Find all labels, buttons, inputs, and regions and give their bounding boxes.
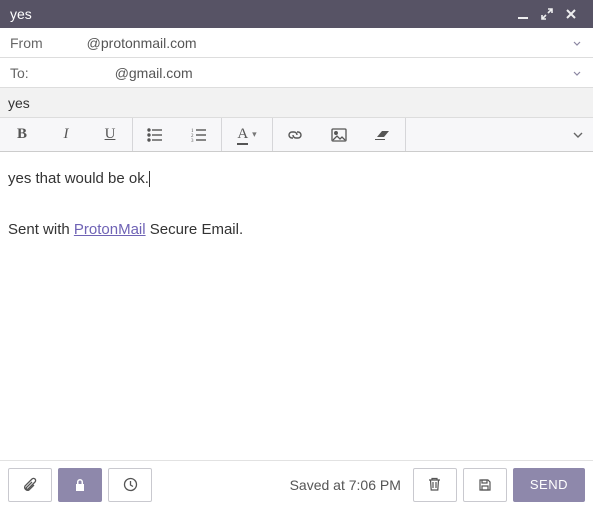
chevron-down-icon bbox=[573, 70, 581, 78]
clear-format-button[interactable] bbox=[361, 118, 405, 151]
italic-icon: I bbox=[64, 126, 69, 143]
from-dropdown[interactable] bbox=[571, 35, 583, 51]
signature-line: Sent with ProtonMail Secure Email. bbox=[8, 219, 585, 242]
encryption-button[interactable] bbox=[58, 468, 102, 502]
unordered-list-button[interactable] bbox=[133, 118, 177, 151]
subject-value: yes bbox=[8, 95, 30, 111]
attachment-button[interactable] bbox=[8, 468, 52, 502]
discard-button[interactable] bbox=[413, 468, 457, 502]
to-value: @gmail.com bbox=[35, 65, 571, 81]
link-icon bbox=[287, 128, 303, 142]
to-dropdown[interactable] bbox=[571, 65, 583, 81]
to-row[interactable]: To: @gmail.com bbox=[0, 58, 593, 88]
clock-icon bbox=[123, 477, 138, 492]
bold-icon: B bbox=[17, 126, 27, 143]
protonmail-link[interactable]: ProtonMail bbox=[74, 221, 146, 238]
minimize-icon bbox=[517, 8, 529, 20]
subject-row[interactable]: yes bbox=[0, 88, 593, 118]
svg-text:3: 3 bbox=[191, 139, 194, 142]
save-icon bbox=[478, 478, 492, 492]
close-button[interactable] bbox=[559, 8, 583, 20]
composer-titlebar: yes bbox=[0, 0, 593, 28]
font-color-button[interactable]: A ▾ bbox=[222, 118, 272, 151]
save-draft-button[interactable] bbox=[463, 468, 507, 502]
expand-icon bbox=[541, 8, 553, 20]
image-button[interactable] bbox=[317, 118, 361, 151]
underline-icon: U bbox=[105, 126, 116, 143]
composer-footer: Saved at 7:06 PM SEND bbox=[0, 460, 593, 508]
body-line: yes that would be ok. bbox=[8, 168, 585, 191]
numbered-list-icon: 123 bbox=[191, 128, 207, 142]
format-toolbar: B I U 123 A ▾ bbox=[0, 118, 593, 152]
to-label: To: bbox=[10, 65, 29, 81]
link-button[interactable] bbox=[273, 118, 317, 151]
from-label: From bbox=[10, 35, 43, 51]
caret-down-icon bbox=[573, 131, 583, 139]
message-body[interactable]: yes that would be ok. Sent with ProtonMa… bbox=[0, 152, 593, 460]
eraser-icon bbox=[374, 129, 392, 141]
composer-title: yes bbox=[10, 6, 511, 22]
saved-status: Saved at 7:06 PM bbox=[290, 477, 401, 493]
minimize-button[interactable] bbox=[511, 8, 535, 20]
toolbar-more-button[interactable] bbox=[563, 118, 593, 151]
font-color-icon: A bbox=[237, 126, 248, 142]
expiration-button[interactable] bbox=[108, 468, 152, 502]
chevron-down-icon: ▾ bbox=[252, 129, 257, 140]
underline-button[interactable]: U bbox=[88, 118, 132, 151]
trash-icon bbox=[428, 477, 441, 492]
text-cursor bbox=[149, 171, 150, 187]
lock-icon bbox=[73, 478, 87, 492]
bold-button[interactable]: B bbox=[0, 118, 44, 151]
bullet-list-icon bbox=[147, 128, 163, 142]
italic-button[interactable]: I bbox=[44, 118, 88, 151]
expand-button[interactable] bbox=[535, 8, 559, 20]
image-icon bbox=[331, 128, 347, 142]
close-icon bbox=[565, 8, 577, 20]
ordered-list-button[interactable]: 123 bbox=[177, 118, 221, 151]
chevron-down-icon bbox=[573, 40, 581, 48]
from-row[interactable]: From @protonmail.com bbox=[0, 28, 593, 58]
paperclip-icon bbox=[22, 477, 38, 493]
from-value: @protonmail.com bbox=[49, 35, 571, 51]
send-button[interactable]: SEND bbox=[513, 468, 585, 502]
